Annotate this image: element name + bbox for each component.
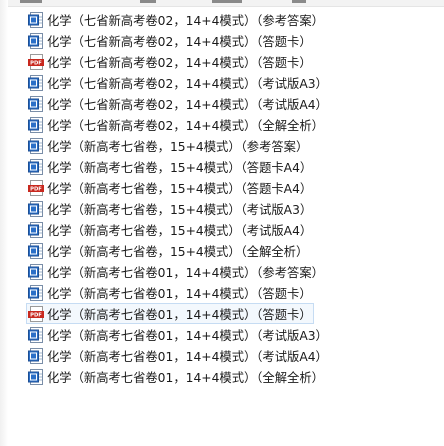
file-row[interactable]: 化学（新高考七省卷01，14+4模式）（参考答案） (26, 261, 324, 282)
left-pane-edge (0, 0, 8, 446)
file-name: 化学（七省新高考卷02，14+4模式）（考试版A3） (47, 76, 328, 91)
file-name: 化学（新高考七省卷，15+4模式）（考试版A3） (47, 202, 313, 217)
word-document-icon (28, 221, 44, 238)
file-name: 化学（新高考七省卷，15+4模式）（全解全析） (47, 244, 309, 259)
file-row[interactable]: 化学（新高考七省卷01，14+4模式）（全解全析） (26, 366, 324, 387)
file-row[interactable]: PDF 化学（新高考七省卷01，14+4模式）（答题卡） (26, 303, 314, 324)
file-name: 化学（新高考七省卷01，14+4模式）（参考答案） (47, 265, 324, 280)
word-document-icon (28, 32, 44, 49)
file-row[interactable]: 化学（新高考七省卷，15+4模式）（考试版A3） (26, 198, 314, 219)
file-name: 化学（新高考七省卷01，14+4模式）（考试版A3） (47, 328, 328, 343)
file-name: 化学（七省新高考卷02，14+4模式）（参考答案） (47, 13, 324, 28)
header-fragment (20, 0, 42, 3)
file-list: 化学（七省新高考卷02，14+4模式）（参考答案） 化学（七省新高考卷02，14… (26, 9, 436, 387)
file-row[interactable]: 化学（七省新高考卷02，14+4模式）（考试版A4） (26, 93, 328, 114)
svg-text:PDF: PDF (30, 60, 42, 66)
word-document-icon (28, 74, 44, 91)
word-document-icon (28, 368, 44, 385)
file-row[interactable]: 化学（新高考七省卷，15+4模式）（答题卡A4） (26, 156, 314, 177)
pdf-document-icon: PDF (28, 53, 44, 70)
word-document-icon (28, 116, 44, 133)
file-name: 化学（七省新高考卷02，14+4模式）（答题卡） (47, 34, 312, 49)
file-row[interactable]: 化学（七省新高考卷02，14+4模式）（全解全析） (26, 114, 324, 135)
word-document-icon (28, 137, 44, 154)
column-header-strip (0, 0, 444, 7)
file-name: 化学（新高考七省卷01，14+4模式）（答题卡） (47, 286, 312, 301)
word-document-icon (28, 200, 44, 217)
file-row[interactable]: 化学（新高考七省卷，15+4模式）（考试版A4） (26, 219, 314, 240)
file-row[interactable]: 化学（七省新高考卷02，14+4模式）（答题卡） (26, 30, 314, 51)
file-row[interactable]: 化学（七省新高考卷02，14+4模式）（考试版A3） (26, 72, 328, 93)
word-document-icon (28, 326, 44, 343)
file-row[interactable]: 化学（新高考七省卷，15+4模式）（全解全析） (26, 240, 314, 261)
pdf-document-icon: PDF (28, 179, 44, 196)
header-fragment (140, 0, 156, 3)
file-explorer-window: 化学（七省新高考卷02，14+4模式）（参考答案） 化学（七省新高考卷02，14… (0, 0, 444, 446)
word-document-icon (28, 347, 44, 364)
file-name: 化学（新高考七省卷01，14+4模式）（考试版A4） (47, 349, 328, 364)
file-name: 化学（新高考七省卷，15+4模式）（答题卡A4） (47, 160, 313, 175)
word-document-icon (28, 263, 44, 280)
file-name: 化学（七省新高考卷02，14+4模式）（答题卡） (47, 55, 312, 70)
svg-text:PDF: PDF (30, 312, 42, 318)
header-fragment (212, 0, 242, 3)
svg-text:PDF: PDF (30, 186, 42, 192)
file-row[interactable]: 化学（新高考七省卷01，14+4模式）（考试版A3） (26, 324, 328, 345)
word-document-icon (28, 158, 44, 175)
file-name: 化学（新高考七省卷，15+4模式）（考试版A4） (47, 223, 313, 238)
pdf-document-icon: PDF (28, 305, 44, 322)
file-name: 化学（七省新高考卷02，14+4模式）（考试版A4） (47, 97, 328, 112)
file-row[interactable]: 化学（新高考七省卷01，14+4模式）（考试版A4） (26, 345, 328, 366)
header-fragment (292, 0, 306, 3)
file-row[interactable]: PDF 化学（七省新高考卷02，14+4模式）（答题卡） (26, 51, 314, 72)
file-name: 化学（新高考七省卷，15+4模式）（参考答案） (47, 139, 309, 154)
word-document-icon (28, 11, 44, 28)
file-name: 化学（七省新高考卷02，14+4模式）（全解全析） (47, 118, 324, 133)
file-row[interactable]: 化学（新高考七省卷01，14+4模式）（答题卡） (26, 282, 314, 303)
file-row[interactable]: 化学（新高考七省卷，15+4模式）（参考答案） (26, 135, 314, 156)
file-row[interactable]: PDF 化学（新高考七省卷，15+4模式）（答题卡A4） (26, 177, 314, 198)
word-document-icon (28, 95, 44, 112)
file-name: 化学（新高考七省卷01，14+4模式）（答题卡） (47, 307, 312, 322)
file-row[interactable]: 化学（七省新高考卷02，14+4模式）（参考答案） (26, 9, 324, 30)
file-name: 化学（新高考七省卷01，14+4模式）（全解全析） (47, 370, 324, 385)
word-document-icon (28, 242, 44, 259)
word-document-icon (28, 284, 44, 301)
file-name: 化学（新高考七省卷，15+4模式）（答题卡A4） (47, 181, 313, 196)
